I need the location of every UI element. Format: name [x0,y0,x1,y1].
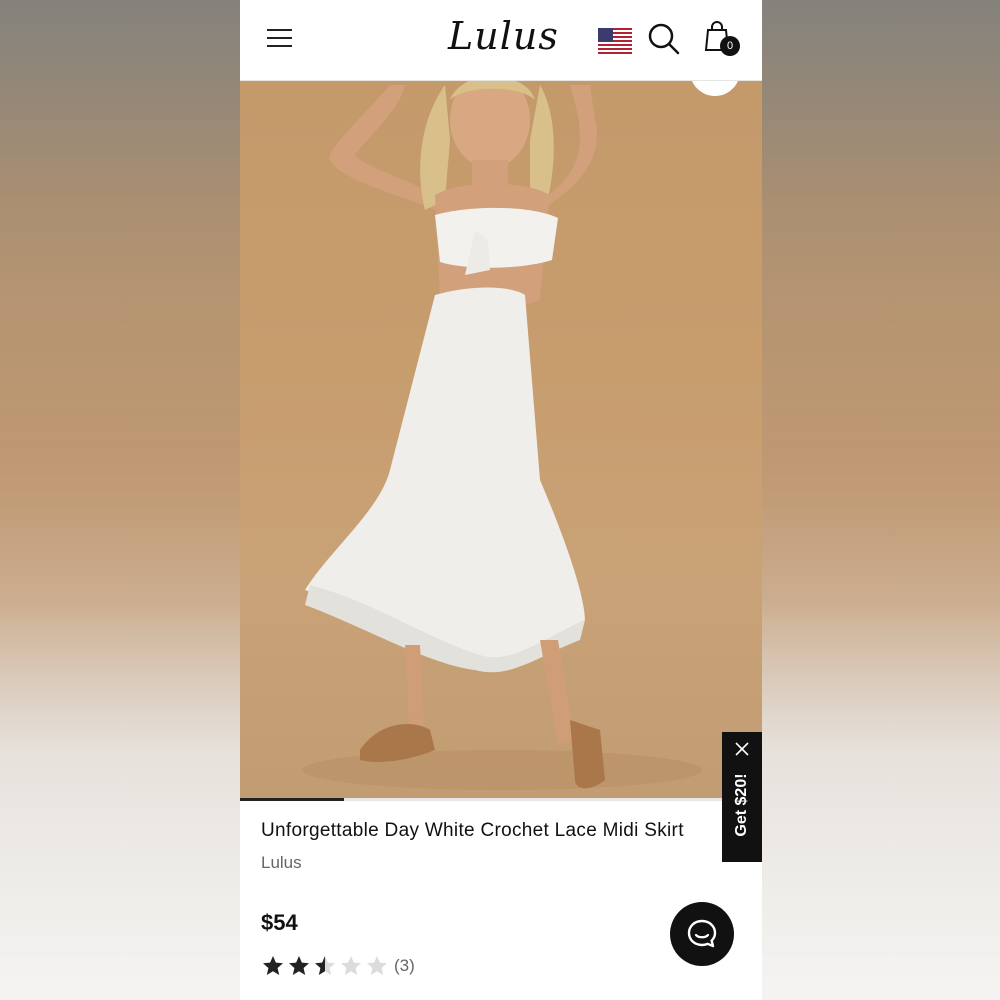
search-icon[interactable] [647,22,681,56]
star-icon [289,956,309,975]
lulus-logo[interactable]: Lulus [448,14,559,58]
chat-button[interactable] [670,902,734,966]
cart-count-badge: 0 [720,36,740,56]
us-flag-icon[interactable] [598,28,632,54]
chat-bubble-icon [687,919,717,948]
product-title: Unforgettable Day White Crochet Lace Mid… [261,820,684,841]
product-rating[interactable]: (3) [261,953,415,979]
menu-icon[interactable] [267,27,293,49]
blurred-background-left [0,0,240,1000]
product-price: $54 [261,910,298,935]
image-carousel-progress-fill [240,798,345,801]
star-icon [315,956,335,975]
site-header: Lulus 0 [240,0,762,81]
blurred-background-right [760,0,1000,1000]
star-icon [263,956,283,975]
product-brand[interactable]: Lulus [261,853,302,873]
star-icon [341,956,361,975]
product-image[interactable] [240,80,762,798]
close-icon[interactable] [735,742,749,756]
star-icon [367,956,387,975]
product-photo-illustration [302,80,702,790]
image-carousel-progress [240,798,762,801]
promo-tab[interactable]: Get $20! [722,732,762,862]
promo-label[interactable]: Get $20! [733,759,751,851]
mobile-page: Lulus 0 Get $20! Unforgettable Day White… [240,0,762,1000]
review-count[interactable]: (3) [394,956,415,976]
